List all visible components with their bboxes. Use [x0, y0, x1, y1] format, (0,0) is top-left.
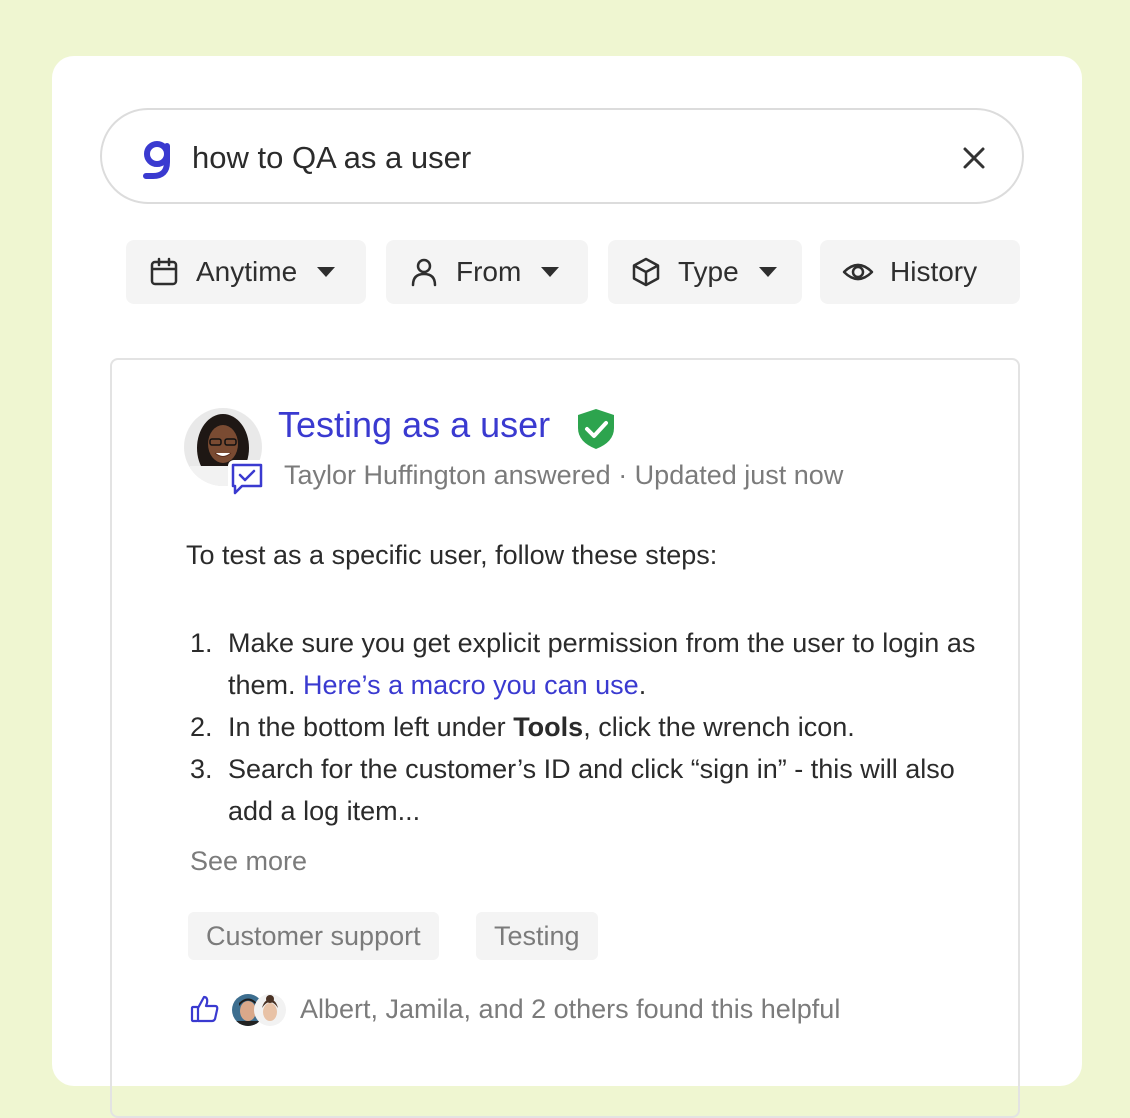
see-more-link[interactable]: See more [190, 846, 307, 877]
filter-type[interactable]: Type [608, 240, 802, 304]
verified-shield-icon [578, 409, 614, 449]
search-input[interactable] [192, 134, 932, 182]
filter-label: History [890, 256, 978, 287]
filter-label: Anytime [196, 256, 298, 287]
steps-list: 1. Make sure you get explicit permission… [186, 622, 986, 832]
list-item: 3. Search for the customer’s ID and clic… [190, 754, 955, 826]
chevron-down-icon [758, 267, 777, 277]
eye-icon [842, 263, 874, 281]
close-icon[interactable] [960, 144, 988, 172]
chevron-down-icon [541, 267, 560, 277]
helpful-text: Albert, Jamila, and 2 others found this … [300, 994, 841, 1024]
glean-logo-icon [143, 141, 170, 179]
filter-from[interactable]: From [386, 240, 588, 304]
filter-label: From [456, 256, 522, 287]
filter-anytime[interactable]: Anytime [126, 240, 366, 304]
result-meta: Taylor Huffington answered · Updated jus… [284, 460, 844, 490]
search-panel: Anytime From Type History [52, 56, 1082, 1118]
chevron-down-icon [317, 267, 336, 277]
result-title[interactable]: Testing as a user [278, 404, 550, 446]
list-item: 2. In the bottom left under Tools, click… [190, 712, 855, 742]
avatar [254, 994, 286, 1026]
thumbs-up-icon[interactable] [190, 994, 220, 1024]
filter-history[interactable]: History [820, 240, 1020, 304]
filter-label: Type [678, 256, 739, 287]
calendar-icon [150, 257, 178, 286]
cube-icon [632, 257, 660, 287]
answer-chat-icon [228, 460, 266, 498]
search-bar[interactable] [100, 108, 1024, 204]
result-card: Testing as a user Taylor Huffington answ… [110, 358, 1020, 1118]
macro-link[interactable]: Here’s a macro you can use [303, 670, 639, 700]
list-item: 1. Make sure you get explicit permission… [190, 628, 976, 700]
result-intro: To test as a specific user, follow these… [186, 540, 718, 570]
tag-chip[interactable]: Testing [476, 912, 598, 960]
tag-chip[interactable]: Customer support [188, 912, 439, 960]
person-icon [411, 258, 437, 287]
